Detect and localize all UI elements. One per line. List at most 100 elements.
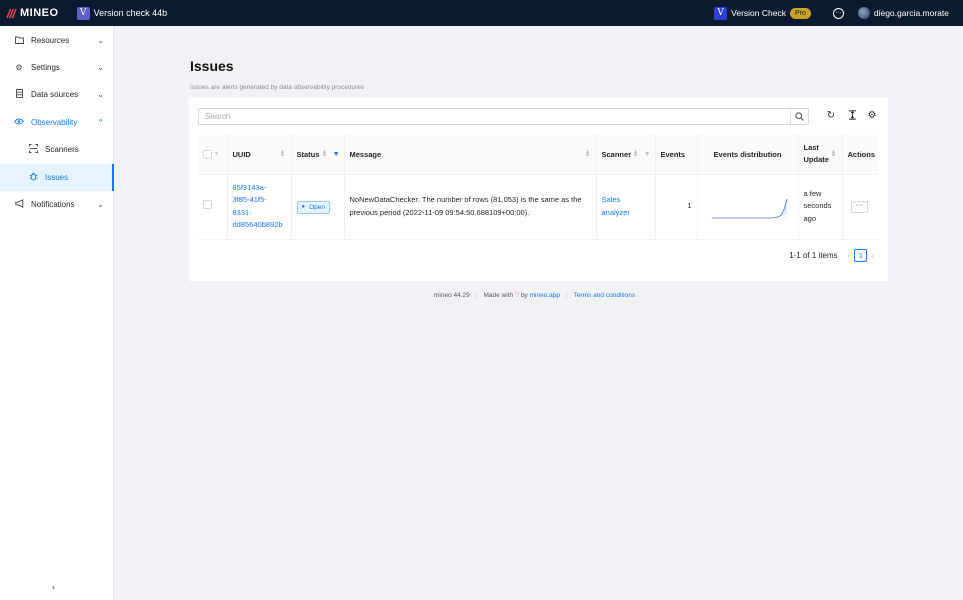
status-label: Open	[309, 203, 326, 211]
scan-icon	[26, 144, 40, 155]
last-update-line: a few	[803, 188, 822, 198]
chat-icon[interactable]: ···	[832, 7, 844, 19]
sidebar-item-resources[interactable]: Resources ⌄	[0, 27, 114, 54]
column-status[interactable]: Status ▲ ▼ ▼	[291, 135, 345, 175]
row-select-cell	[198, 174, 228, 240]
column-last-update[interactable]: Last Update ▲ ▼	[798, 135, 843, 175]
folder-icon	[12, 36, 26, 46]
sidebar-item-label: Data sources	[31, 90, 79, 99]
footer: mineo 44.29 | Made with ♡ by mineo.app |…	[434, 291, 635, 300]
scanner-cell: Sales analyzer	[596, 174, 656, 240]
sort-icon[interactable]: ▲ ▼	[633, 149, 639, 159]
user-name[interactable]: diego.garcia.morate	[874, 8, 949, 18]
page-1-button[interactable]: 1	[854, 249, 868, 262]
events-cell: 1	[655, 174, 698, 240]
status-cell: ● Open	[291, 174, 345, 240]
megaphone-icon	[12, 199, 26, 210]
terms-link[interactable]: Terms and conditions	[574, 292, 635, 299]
row-checkbox[interactable]	[203, 199, 212, 209]
sort-icon[interactable]: ▲ ▼	[280, 149, 286, 159]
chevron-up-icon: ⌃	[97, 118, 104, 127]
project-name: Version check 44b	[93, 8, 168, 18]
project-badge: V	[76, 6, 90, 20]
logo[interactable]: MINEO	[6, 0, 59, 26]
events-sparkline	[711, 198, 787, 218]
sort-icon[interactable]: ▲ ▼	[585, 149, 591, 159]
database-icon	[12, 89, 26, 100]
sidebar-item-notifications[interactable]: Notifications ⌄	[0, 191, 114, 218]
logo-icon	[6, 8, 17, 18]
sidebar-item-label: Resources	[31, 36, 70, 45]
status-badge: ● Open	[296, 200, 331, 214]
scanner-line: analyzer	[601, 207, 630, 217]
uuid-line: 8331-	[232, 207, 252, 217]
chevron-down-icon: ⌄	[97, 200, 104, 209]
select-all-checkbox[interactable]	[203, 149, 212, 159]
prev-page-icon[interactable]: ‹	[848, 251, 851, 260]
column-scanner[interactable]: Scanner ▲ ▼ ▼	[596, 135, 656, 175]
sidebar-item-issues[interactable]: Issues	[0, 164, 114, 191]
microphone-icon: ●	[301, 203, 306, 210]
divider: |	[475, 291, 478, 299]
bug-icon	[26, 172, 40, 183]
version-badge: V	[714, 6, 728, 20]
uuid-line: 85f3143a-	[232, 182, 267, 192]
pagination-summary: 1-1 of 1 items	[789, 251, 838, 260]
sidebar-item-label: Issues	[45, 173, 69, 182]
issues-table: ▼ UUID ▲ ▼ Status ▲ ▼ ▼ Message ▲ ▼ Scanner	[198, 135, 878, 240]
avatar[interactable]	[857, 7, 870, 19]
uuid-cell: 85f3143a- 3f85-41f5- 8331- dd85640b892b	[227, 174, 292, 240]
search-box	[198, 108, 809, 125]
filter-icon[interactable]: ▼	[644, 151, 651, 158]
column-label: UUID	[232, 149, 251, 159]
column-message[interactable]: Message ▲ ▼	[344, 135, 597, 175]
collapse-sidebar-icon[interactable]: ‹	[52, 582, 55, 592]
sidebar-item-data-sources[interactable]: Data sources ⌄	[0, 81, 114, 108]
next-page-icon[interactable]: ›	[871, 251, 874, 260]
table-settings-icon[interactable]: ⚙	[866, 110, 878, 121]
divider: |	[565, 291, 568, 299]
more-actions-button[interactable]: ···	[850, 200, 868, 213]
filter-icon[interactable]: ▼	[333, 151, 340, 158]
project-selector[interactable]: V Version check 44b	[76, 6, 168, 20]
search-icon[interactable]	[790, 109, 808, 124]
column-events-distribution: Events distribution	[697, 135, 799, 175]
site-link[interactable]: mineo.app	[530, 292, 560, 299]
sidebar-item-label: Observability	[31, 118, 78, 127]
column-label: Status	[296, 149, 320, 159]
by-text: by	[520, 291, 528, 299]
page-title: Issues	[190, 58, 234, 74]
column-label: Message	[349, 149, 382, 159]
column-uuid[interactable]: UUID ▲ ▼	[227, 135, 292, 175]
sidebar-item-scanners[interactable]: Scanners	[0, 136, 114, 163]
sidebar-item-label: Scanners	[45, 145, 79, 154]
last-update-cell: a few seconds ago	[798, 174, 843, 240]
uuid-link[interactable]: 85f3143a- 3f85-41f5- 8331- dd85640b892b	[233, 182, 286, 232]
chevron-down-icon: ⌄	[97, 63, 104, 72]
version-name[interactable]: Version Check	[731, 8, 786, 18]
chevron-down-icon: ⌄	[97, 90, 104, 99]
last-update-line: seconds	[803, 201, 832, 211]
last-update-line: ago	[803, 213, 817, 223]
search-input[interactable]	[199, 109, 790, 124]
scanner-link[interactable]: Sales analyzer	[602, 194, 650, 219]
column-label: Events distribution	[713, 149, 782, 159]
column-events[interactable]: Events	[655, 135, 698, 175]
column-label: Actions	[847, 149, 876, 159]
sidebar-item-label: Notifications	[31, 200, 75, 209]
issues-card: ↻ ⚙ ▼ UUID ▲▼	[189, 98, 888, 281]
column-height-icon[interactable]	[846, 110, 858, 123]
message-cell: NoNewDataChecker: The number of rows (81…	[344, 174, 597, 240]
table-row[interactable]: 85f3143a- 3f85-41f5- 8331- dd85640b892b …	[198, 174, 878, 240]
sidebar-item-observability[interactable]: Observability ⌃	[0, 109, 114, 136]
pagination: 1-1 of 1 items ‹ 1 ›	[789, 249, 878, 262]
app-version: mineo 44.29	[434, 291, 470, 299]
refresh-icon[interactable]: ↻	[825, 110, 837, 121]
sort-icon[interactable]: ▲ ▼	[831, 149, 837, 159]
chevron-down-icon[interactable]: ▼	[214, 151, 219, 157]
sidebar-item-label: Settings	[31, 63, 60, 72]
sidebar-item-settings[interactable]: ⚙ Settings ⌄	[0, 54, 114, 81]
sort-icon[interactable]: ▲ ▼	[322, 149, 328, 159]
top-bar: MINEO V Version check 44b V Version Chec…	[0, 0, 963, 26]
plan-badge: Pro	[789, 7, 811, 19]
